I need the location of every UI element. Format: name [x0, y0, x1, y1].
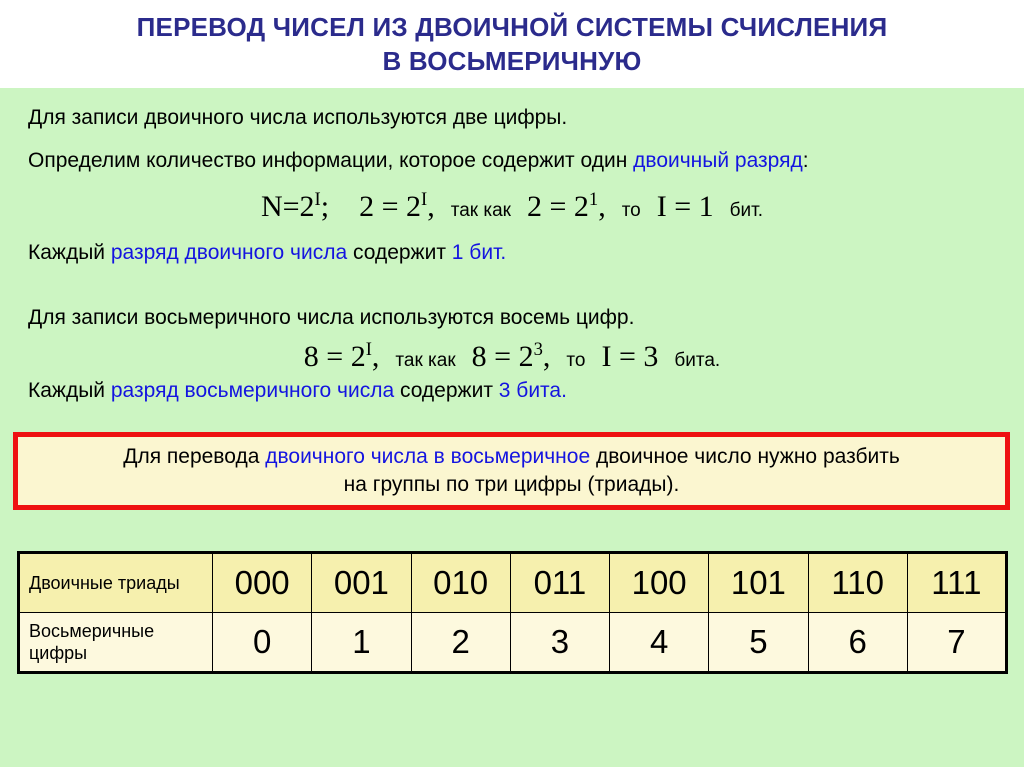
- triad-conversion-table: Двоичные триады 000 001 010 011 100 101 …: [17, 551, 1008, 674]
- octal-conclusion-highlight: разряд восьмеричного числа: [110, 379, 395, 402]
- page-title-line-2: В ВОСЬМЕРИЧНУЮ: [382, 46, 642, 76]
- table-row-binary-triads: Двоичные триады 000 001 010 011 100 101 …: [18, 552, 1008, 613]
- binary-triad-cell-7: 111: [906, 552, 1008, 613]
- binary-formula-connector: так как: [450, 200, 511, 221]
- binary-formula-then: то: [621, 200, 641, 221]
- binary-formula-eq1: 2 = 2: [359, 190, 421, 223]
- binary-triad-cell-4: 100: [608, 552, 710, 613]
- octal-digit-cell-5: 5: [708, 612, 809, 673]
- binary-definition-line: Определим количество информации, которое…: [28, 148, 809, 174]
- octal-formula-eq2-exponent: 3: [533, 339, 543, 360]
- rule-callout-box: Для перевода двоичного числа в восьмерич…: [13, 432, 1010, 510]
- title-band: ПЕРЕВОД ЧИСЕЛ ИЗ ДВОИЧНОЙ СИСТЕМЫ СЧИСЛЕ…: [0, 0, 1024, 88]
- octal-digit-cell-1: 1: [311, 612, 412, 673]
- binary-intro-text: Для записи двоичного числа используются …: [28, 106, 568, 129]
- octal-digit-cell-2: 2: [410, 612, 511, 673]
- octal-digit-cell-3: 3: [509, 612, 611, 673]
- page-title-line-1: ПЕРЕВОД ЧИСЕЛ ИЗ ДВОИЧНОЙ СИСТЕМЫ СЧИСЛЕ…: [136, 12, 888, 42]
- binary-formula-lhs: N=2: [260, 190, 315, 223]
- binary-formula-unit: бит.: [729, 200, 764, 221]
- octal-formula-result: I = 3: [601, 340, 659, 373]
- binary-formula: N=2I; 2 = 2I, так как 2 = 21, то I = 1 бит.: [0, 190, 1024, 228]
- row-label-binary-triads: Двоичные триады: [18, 552, 213, 613]
- rule-callout-line-2-text: на группы по три цифры (триады).: [343, 473, 680, 496]
- binary-definition-highlight: двоичный разряд: [633, 149, 803, 172]
- binary-conclusion-highlight: разряд двоичного числа: [110, 241, 348, 264]
- binary-formula-eq2-end: ,: [598, 190, 606, 223]
- octal-intro-text: Для записи восьмеричного числа использую…: [28, 306, 635, 329]
- octal-formula-eq2: 8 = 2: [471, 340, 534, 373]
- rule-callout-highlight: двоичного числа в восьмеричное: [265, 445, 591, 468]
- octal-digit-cell-7: 7: [906, 612, 1008, 673]
- row-label-octal-digits: Восьмеричные цифры: [18, 612, 213, 673]
- binary-conclusion-value: 1 бит.: [451, 241, 507, 264]
- rule-callout-line-2: на группы по три цифры (триады).: [344, 471, 680, 499]
- rule-callout-prefix: Для перевода: [123, 445, 266, 468]
- binary-triad-cell-0: 000: [211, 552, 313, 613]
- binary-definition-suffix: :: [802, 149, 809, 172]
- octal-formula-then: то: [566, 350, 586, 371]
- page-title: ПЕРЕВОД ЧИСЕЛ ИЗ ДВОИЧНОЙ СИСТЕМЫ СЧИСЛЕ…: [22, 10, 1002, 78]
- binary-conclusion-prefix: Каждый: [28, 241, 111, 264]
- binary-formula-lhs-end: ;: [320, 190, 330, 223]
- octal-conclusion-line: Каждый разряд восьмеричного числа содерж…: [28, 378, 567, 404]
- binary-conclusion-middle: содержит: [347, 241, 452, 264]
- octal-conclusion-middle: содержит: [394, 379, 499, 402]
- octal-formula-eq2-end: ,: [542, 340, 551, 373]
- rule-callout-suffix: двоичное число нужно разбить: [590, 445, 900, 468]
- octal-formula-connector: так как: [395, 350, 456, 371]
- binary-formula-eq2-exponent: 1: [588, 189, 599, 210]
- rule-callout-line-1: Для перевода двоичного числа в восьмерич…: [123, 443, 900, 471]
- octal-conclusion-prefix: Каждый: [28, 379, 111, 402]
- binary-triad-cell-5: 101: [708, 552, 809, 613]
- octal-formula: 8 = 2I, так как 8 = 23, то I = 3 бита.: [0, 340, 1024, 378]
- binary-triad-cell-6: 110: [807, 552, 908, 613]
- binary-intro-line: Для записи двоичного числа используются …: [28, 105, 567, 131]
- octal-digit-cell-4: 4: [608, 612, 710, 673]
- binary-triad-cell-1: 001: [311, 552, 412, 613]
- octal-formula-eq1: 8 = 2: [303, 340, 366, 373]
- table-row-octal-digits: Восьмеричные цифры 0 1 2 3 4 5 6 7: [18, 612, 1008, 673]
- binary-formula-eq1-end: ,: [427, 190, 435, 223]
- octal-formula-unit: бита.: [674, 350, 721, 371]
- binary-triad-cell-3: 011: [509, 552, 611, 613]
- octal-digit-cell-6: 6: [807, 612, 908, 673]
- binary-triad-cell-2: 010: [410, 552, 511, 613]
- slide-root: ПЕРЕВОД ЧИСЕЛ ИЗ ДВОИЧНОЙ СИСТЕМЫ СЧИСЛЕ…: [0, 0, 1024, 767]
- binary-conclusion-line: Каждый разряд двоичного числа содержит 1…: [28, 240, 506, 266]
- octal-intro-line: Для записи восьмеричного числа использую…: [28, 305, 634, 331]
- octal-formula-eq1-end: ,: [371, 340, 380, 373]
- octal-conclusion-value: 3 бита.: [498, 379, 567, 402]
- octal-digit-cell-0: 0: [211, 612, 313, 673]
- binary-formula-eq2: 2 = 2: [526, 190, 589, 223]
- binary-formula-result: I = 1: [656, 190, 714, 223]
- binary-definition-prefix: Определим количество информации, которое…: [28, 149, 634, 172]
